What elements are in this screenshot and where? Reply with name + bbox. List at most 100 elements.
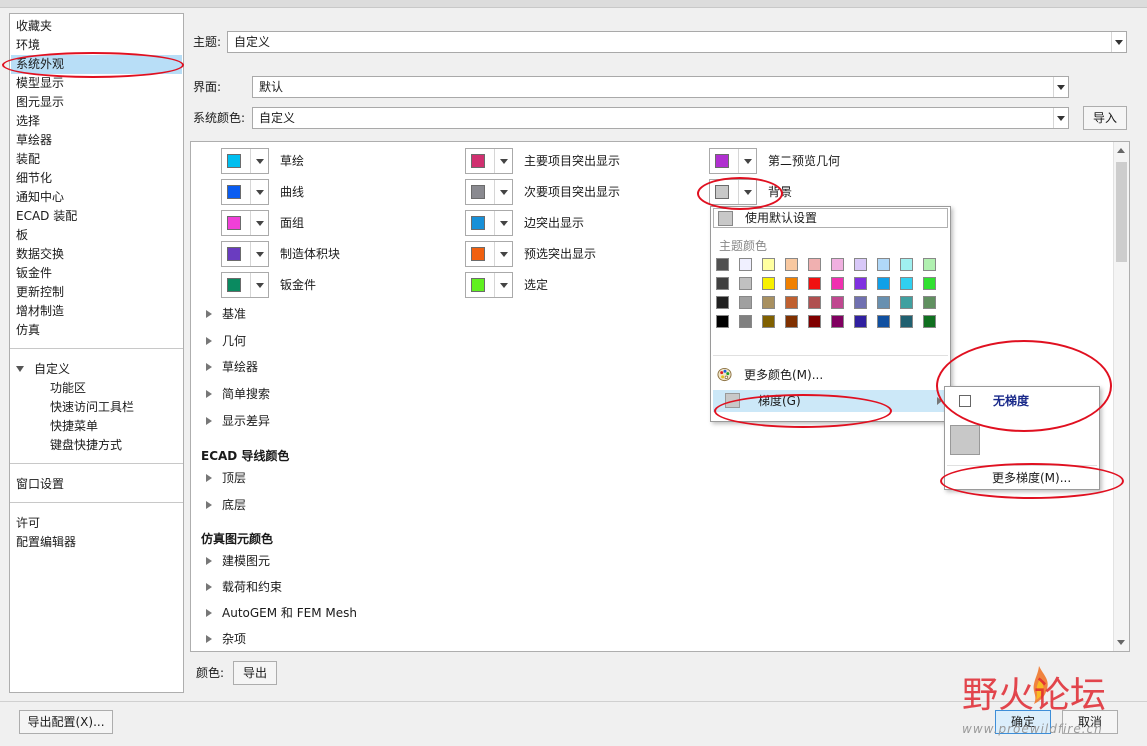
palette-color-cell[interactable] <box>831 277 844 290</box>
sidebar-item-detailing[interactable]: 细节化 <box>16 169 52 188</box>
sidebar-item-ecad-assembly[interactable]: ECAD 装配 <box>16 207 77 226</box>
palette-color-cell[interactable] <box>831 296 844 309</box>
palette-color-cell[interactable] <box>877 258 890 271</box>
sidebar-group-customize[interactable]: 自定义 <box>16 360 70 379</box>
palette-color-cell[interactable] <box>762 296 775 309</box>
expander-display-diff[interactable]: 显示差异 <box>206 411 270 431</box>
expander-modeling-entities[interactable]: 建模图元 <box>206 551 270 571</box>
color-picker-curve[interactable] <box>221 179 269 205</box>
palette-color-cell[interactable] <box>831 258 844 271</box>
color-picker-edge-highlight[interactable] <box>465 210 513 236</box>
collapse-arrow-icon[interactable] <box>16 366 24 372</box>
palette-color-cell[interactable] <box>785 296 798 309</box>
export-config-button[interactable]: 导出配置(X)... <box>19 710 113 734</box>
theme-select[interactable]: 自定义 <box>227 31 1127 53</box>
sidebar-item-sketcher[interactable]: 草绘器 <box>16 131 52 150</box>
sidebar-item-license[interactable]: 许可 <box>16 514 40 533</box>
palette-color-cell[interactable] <box>808 277 821 290</box>
sidebar-item-additive-mfg[interactable]: 增材制造 <box>16 302 64 321</box>
palette-color-cell[interactable] <box>762 277 775 290</box>
palette-color-cell[interactable] <box>854 277 867 290</box>
color-chip <box>471 154 485 168</box>
palette-color-cell[interactable] <box>923 296 936 309</box>
system-color-select[interactable]: 自定义 <box>252 107 1069 129</box>
palette-color-cell[interactable] <box>831 315 844 328</box>
use-default-option[interactable]: 使用默认设置 <box>713 208 948 228</box>
expander-top-layer[interactable]: 顶层 <box>206 468 246 488</box>
more-colors-option[interactable]: 更多颜色(M)... <box>713 364 948 386</box>
sidebar-item-environment[interactable]: 环境 <box>16 36 40 55</box>
palette-color-cell[interactable] <box>854 315 867 328</box>
sidebar-item-assembly[interactable]: 装配 <box>16 150 40 169</box>
palette-color-cell[interactable] <box>854 296 867 309</box>
palette-color-cell[interactable] <box>785 277 798 290</box>
expander-datum[interactable]: 基准 <box>206 304 246 324</box>
expander-sketcher[interactable]: 草绘器 <box>206 357 258 377</box>
export-button[interactable]: 导出 <box>233 661 277 685</box>
palette-color-cell[interactable] <box>739 296 752 309</box>
palette-color-cell[interactable] <box>785 315 798 328</box>
scroll-thumb[interactable] <box>1116 162 1127 262</box>
sidebar-item-board[interactable]: 板 <box>16 226 28 245</box>
expander-simple-search[interactable]: 简单搜索 <box>206 384 270 404</box>
palette-color-cell[interactable] <box>923 277 936 290</box>
palette-color-cell[interactable] <box>923 315 936 328</box>
scroll-up-icon[interactable] <box>1117 148 1125 153</box>
palette-color-cell[interactable] <box>900 258 913 271</box>
color-picker-primary-highlight[interactable] <box>465 148 513 174</box>
expander-geometry[interactable]: 几何 <box>206 331 246 351</box>
palette-color-cell[interactable] <box>854 258 867 271</box>
palette-color-cell[interactable] <box>716 258 729 271</box>
palette-color-cell[interactable] <box>739 315 752 328</box>
palette-color-cell[interactable] <box>923 258 936 271</box>
color-picker-quilt[interactable] <box>221 210 269 236</box>
sidebar-item-entity-display[interactable]: 图元显示 <box>16 93 64 112</box>
palette-color-cell[interactable] <box>877 315 890 328</box>
gradient-preview-swatch[interactable] <box>950 425 980 455</box>
sidebar-item-shortcut-menu[interactable]: 快捷菜单 <box>50 417 98 436</box>
palette-color-cell[interactable] <box>808 315 821 328</box>
sidebar-item-favorites[interactable]: 收藏夹 <box>16 17 52 36</box>
palette-color-cell[interactable] <box>785 258 798 271</box>
palette-color-cell[interactable] <box>716 296 729 309</box>
sidebar-item-update-control[interactable]: 更新控制 <box>16 283 64 302</box>
sidebar-item-keyboard-shortcuts[interactable]: 键盘快捷方式 <box>50 436 122 455</box>
interface-select[interactable]: 默认 <box>252 76 1069 98</box>
sidebar-item-sheetmetal[interactable]: 钣金件 <box>16 264 52 283</box>
color-picker-selected[interactable] <box>465 272 513 298</box>
sidebar-item-notification-center[interactable]: 通知中心 <box>16 188 64 207</box>
sidebar-item-config-editor[interactable]: 配置编辑器 <box>16 533 76 552</box>
palette-color-cell[interactable] <box>808 258 821 271</box>
sidebar-item-selection[interactable]: 选择 <box>16 112 40 131</box>
color-picker-preselect-highlight[interactable] <box>465 241 513 267</box>
scroll-down-icon[interactable] <box>1117 640 1125 645</box>
color-picker-mfg-volume[interactable] <box>221 241 269 267</box>
palette-color-cell[interactable] <box>762 258 775 271</box>
color-picker-secondary-highlight[interactable] <box>465 179 513 205</box>
palette-color-cell[interactable] <box>900 315 913 328</box>
palette-color-cell[interactable] <box>808 296 821 309</box>
palette-color-cell[interactable] <box>900 296 913 309</box>
palette-color-cell[interactable] <box>739 277 752 290</box>
palette-color-cell[interactable] <box>716 277 729 290</box>
sidebar-item-data-exchange[interactable]: 数据交换 <box>16 245 64 264</box>
expander-autogem-fem[interactable]: AutoGEM 和 FEM Mesh <box>206 603 357 623</box>
color-picker-sketch[interactable] <box>221 148 269 174</box>
palette-color-cell[interactable] <box>762 315 775 328</box>
color-picker-sheetmetal[interactable] <box>221 272 269 298</box>
palette-color-cell[interactable] <box>716 315 729 328</box>
palette-color-cell[interactable] <box>900 277 913 290</box>
sidebar-item-ribbon[interactable]: 功能区 <box>50 379 86 398</box>
color-picker-second-preview[interactable] <box>709 148 757 174</box>
sidebar-item-quick-access-toolbar[interactable]: 快速访问工具栏 <box>50 398 134 417</box>
expander-bottom-layer[interactable]: 底层 <box>206 495 246 515</box>
sidebar-item-window-settings[interactable]: 窗口设置 <box>16 475 64 494</box>
palette-color-cell[interactable] <box>877 296 890 309</box>
expander-misc[interactable]: 杂项 <box>206 629 246 649</box>
expander-loads-constraints[interactable]: 载荷和约束 <box>206 577 282 597</box>
panel-scrollbar[interactable] <box>1113 142 1129 651</box>
sidebar-item-simulation[interactable]: 仿真 <box>16 321 40 340</box>
import-button[interactable]: 导入 <box>1083 106 1127 130</box>
palette-color-cell[interactable] <box>739 258 752 271</box>
palette-color-cell[interactable] <box>877 277 890 290</box>
